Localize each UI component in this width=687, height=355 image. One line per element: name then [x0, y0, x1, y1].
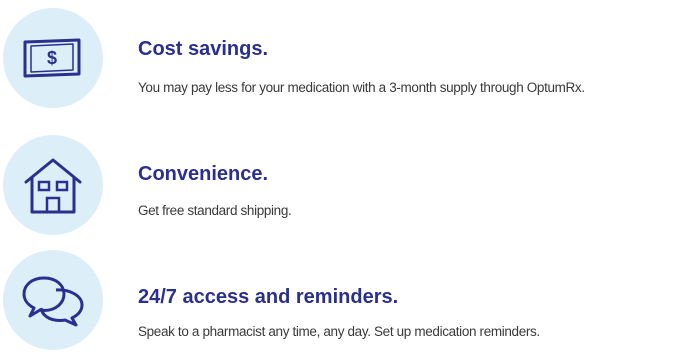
benefit-description: Speak to a pharmacist any time, any day.…	[138, 324, 540, 339]
benefit-convenience: Convenience. Get free standard shipping.	[0, 125, 687, 240]
chat-bubbles-icon	[3, 250, 103, 350]
benefit-description: You may pay less for your medication wit…	[138, 80, 585, 95]
benefit-title: 24/7 access and reminders.	[138, 286, 399, 308]
dollar-sign: $	[47, 48, 57, 68]
house-icon	[3, 135, 103, 235]
benefit-title: Convenience.	[138, 163, 269, 185]
benefit-title: Cost savings.	[138, 38, 269, 60]
benefit-cost-savings: $ Cost savings. You may pay less for you…	[0, 0, 687, 125]
dollar-bill-icon: $	[3, 8, 103, 108]
benefit-description: Get free standard shipping.	[138, 203, 292, 218]
benefit-access-reminders: 24/7 access and reminders. Speak to a ph…	[0, 240, 687, 355]
